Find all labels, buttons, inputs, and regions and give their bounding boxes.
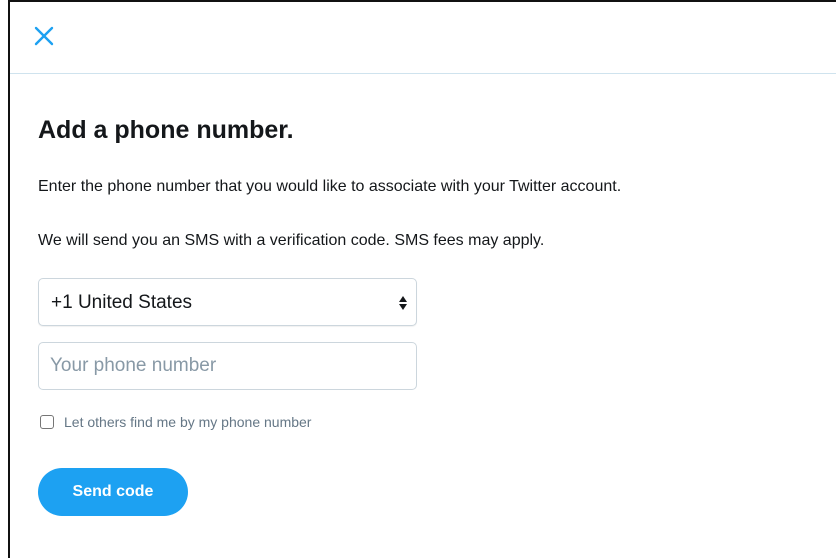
close-icon: [34, 26, 54, 46]
close-button[interactable]: [32, 24, 56, 48]
select-arrows-icon: [399, 296, 407, 310]
dialog-header: [10, 2, 836, 74]
discoverability-checkbox[interactable]: [40, 415, 54, 429]
phone-number-input[interactable]: [38, 342, 417, 390]
country-code-value: +1 United States: [51, 292, 193, 313]
country-code-select[interactable]: +1 United States: [38, 278, 417, 326]
sms-notice-text: We will send you an SMS with a verificat…: [38, 232, 545, 249]
description-text: Enter the phone number that you would li…: [38, 178, 622, 195]
page-title: Add a phone number.: [38, 116, 294, 144]
discoverability-option[interactable]: Let others find me by my phone number: [40, 412, 311, 432]
discoverability-label: Let others find me by my phone number: [64, 414, 312, 430]
modal-dialog: Add a phone number. Enter the phone numb…: [8, 0, 836, 558]
send-code-button[interactable]: Send code: [38, 468, 188, 516]
